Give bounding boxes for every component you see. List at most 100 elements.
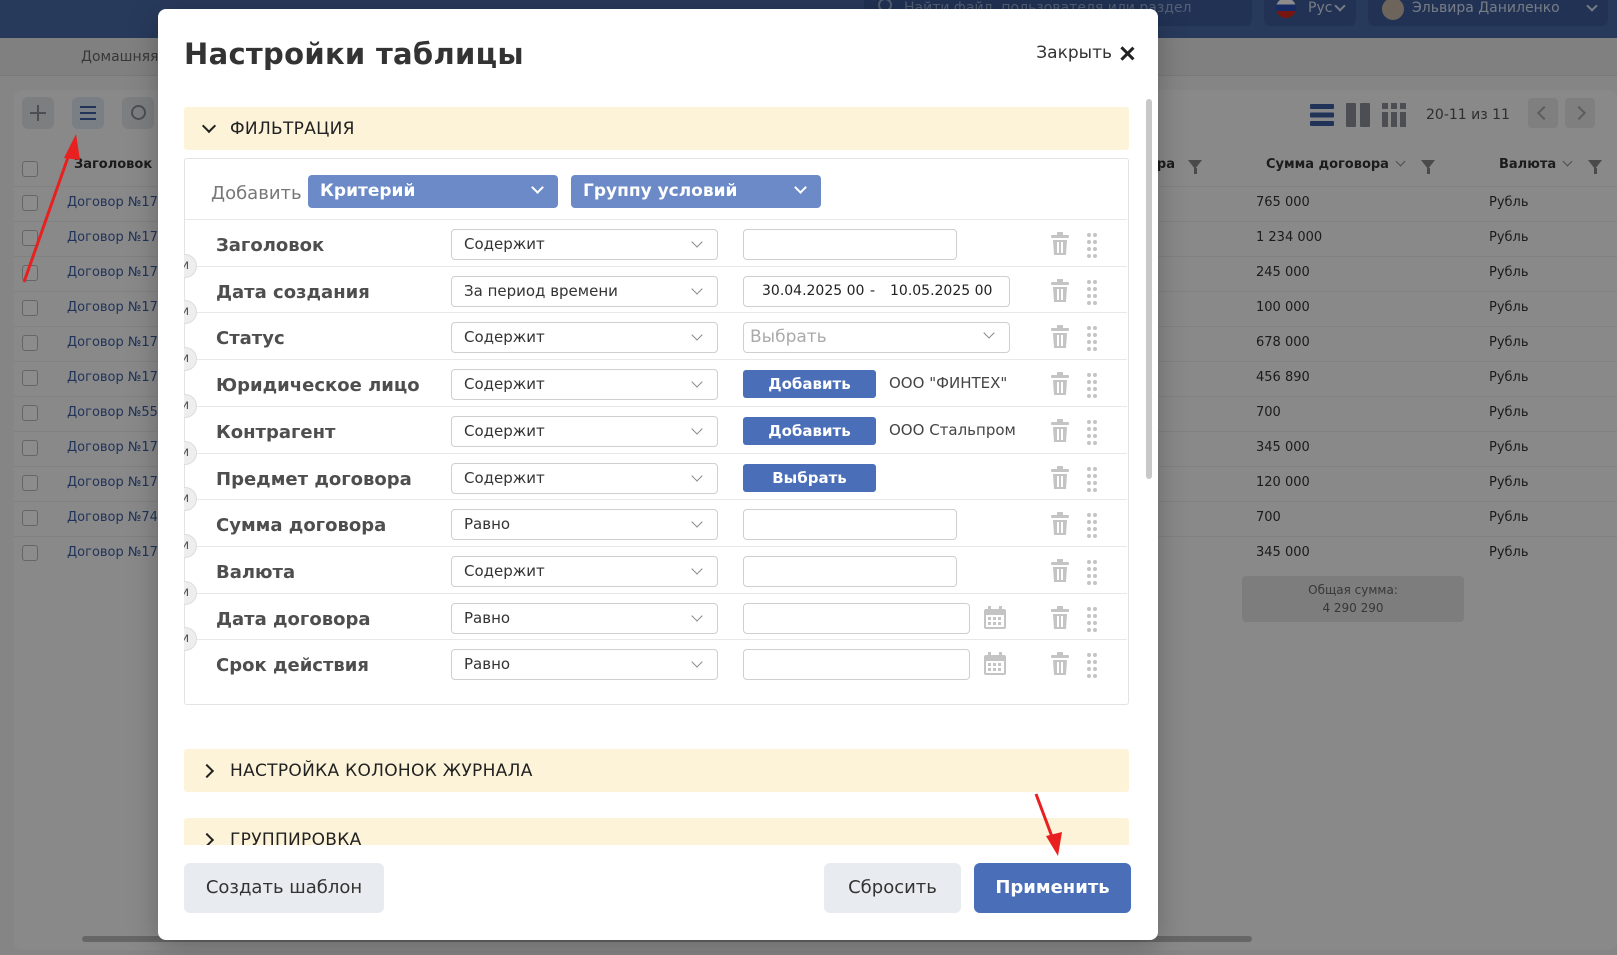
filter-operator-select[interactable]: Содержит [451, 369, 718, 401]
create-template-label: Создать шаблон [205, 877, 363, 898]
filter-value-button[interactable]: Добавить [743, 416, 876, 445]
filter-row: Дата создания За период времени 30.04.2025… [185, 265, 1127, 314]
filter-operator-select[interactable]: Содержит [451, 322, 718, 354]
reset-label: Сбросить [848, 877, 937, 898]
create-template-button[interactable]: Создать шаблон [184, 863, 384, 913]
filter-operator-select[interactable]: Содержит [451, 229, 718, 260]
date-from-value[interactable]: 30.04.2025 00 [762, 283, 864, 299]
chevron-down-icon [691, 329, 703, 342]
filter-operator-select[interactable]: Равно [451, 509, 718, 541]
apply-button[interactable]: Применить [974, 863, 1131, 913]
filter-row: Сумма договора Равно [185, 499, 1127, 547]
drag-handle-icon[interactable] [1086, 512, 1098, 539]
calendar-icon[interactable] [983, 652, 1007, 676]
trash-icon[interactable] [1050, 465, 1070, 490]
filter-operator-select[interactable]: Содержит [451, 555, 718, 587]
drag-handle-icon[interactable] [1086, 232, 1098, 258]
filter-field-label: Контрагент [216, 421, 336, 443]
calendar-icon[interactable] [983, 605, 1007, 630]
trash-icon[interactable] [1050, 558, 1070, 583]
trash-icon[interactable] [1050, 232, 1070, 256]
filter-operator-select[interactable]: Равно [451, 649, 718, 681]
add-group-label: Группу условий [583, 181, 738, 201]
date-range-input[interactable]: 30.04.2025 00-10.05.2025 00 [743, 275, 1010, 307]
filter-operator-value: Содержит [464, 561, 545, 580]
add-group-select[interactable]: Группу условий [571, 175, 821, 208]
chevron-down-icon [691, 656, 703, 668]
trash-icon[interactable] [1050, 605, 1070, 630]
section-grouping-header[interactable]: ГРУППИРОВКА [184, 818, 1129, 845]
trash-icon[interactable] [1050, 418, 1070, 443]
status-value-select[interactable]: Выбрать [743, 322, 1010, 354]
filter-operator-select[interactable]: Содержит [451, 415, 718, 447]
filter-operator-select[interactable]: За период времени [451, 275, 718, 307]
add-criterion-label: Критерий [320, 181, 416, 201]
chevron-down-icon [691, 516, 703, 528]
section-columns-header[interactable]: НАСТРОЙКА КОЛОНОК ЖУРНАЛА [184, 749, 1129, 792]
filter-row: Валюта Содержит [185, 545, 1127, 594]
section-filter-header[interactable]: ФИЛЬТРАЦИЯ [184, 107, 1129, 150]
filter-field-label: Статус [216, 328, 285, 350]
chevron-down-icon [691, 469, 703, 482]
filter-value-button[interactable]: Добавить [743, 370, 876, 399]
close-button[interactable]: Закрыть [1036, 43, 1134, 63]
filter-selected-value: ООО "ФИНТЕХ" [889, 374, 1008, 393]
section-filter-title: ФИЛЬТРАЦИЯ [230, 119, 355, 139]
drag-handle-icon[interactable] [1086, 279, 1098, 305]
filter-field-label: Заголовок [216, 235, 325, 256]
filter-row: Дата договора Равно [185, 592, 1127, 641]
filter-row: Срок действия Равно [185, 639, 1127, 687]
chevron-down-icon [691, 423, 703, 435]
filter-operator-value: Равно [464, 655, 511, 674]
drag-handle-icon[interactable] [1086, 559, 1098, 585]
chevron-down-icon [691, 563, 703, 575]
filter-value-button[interactable]: Выбрать [743, 463, 876, 492]
filter-field-label: Валюта [216, 561, 296, 583]
filter-row: Заголовок Содержит [185, 219, 1127, 267]
dialog-scroll-area: ФИЛЬТРАЦИЯ Добавить Критерий Группу усло… [184, 97, 1129, 845]
status-value-placeholder: Выбрать [750, 327, 827, 348]
chevron-right-icon [199, 832, 215, 845]
filter-operator-value: Равно [464, 515, 511, 534]
filter-operator-value: Содержит [464, 375, 545, 394]
drag-handle-icon[interactable] [1086, 652, 1098, 679]
filter-field-label: Дата создания [216, 281, 370, 303]
chevron-down-icon [794, 181, 807, 194]
drag-handle-icon[interactable] [1086, 325, 1098, 352]
filter-operator-value: Содержит [464, 421, 545, 440]
add-criterion-select[interactable]: Критерий [308, 175, 558, 208]
trash-icon[interactable] [1050, 372, 1070, 396]
date-input[interactable] [743, 649, 970, 681]
close-icon [1120, 46, 1134, 60]
vertical-scrollbar[interactable] [1146, 99, 1152, 479]
trash-icon[interactable] [1050, 278, 1070, 303]
filter-row: Контрагент Содержит Добавить ООО Стальпром [185, 405, 1127, 454]
filter-operator-value: Содержит [464, 235, 545, 253]
reset-button[interactable]: Сбросить [824, 863, 961, 913]
apply-label: Применить [995, 877, 1110, 898]
filter-row: Статус Содержит Выбрать [185, 312, 1127, 360]
date-to-value[interactable]: 10.05.2025 00 [890, 283, 992, 299]
trash-icon[interactable] [1050, 325, 1070, 349]
filter-operator-select[interactable]: Содержит [451, 462, 718, 494]
drag-handle-icon[interactable] [1086, 466, 1098, 492]
filter-operator-select[interactable]: Равно [451, 602, 718, 634]
filter-value-input[interactable] [743, 555, 957, 587]
filter-field-label: Предмет договора [216, 468, 412, 490]
chevron-down-icon [691, 283, 703, 295]
filter-value-input[interactable] [743, 509, 957, 541]
chevron-down-icon [983, 327, 995, 340]
filter-operator-value: Содержит [464, 328, 545, 347]
filter-value-input[interactable] [743, 229, 957, 260]
drag-handle-icon[interactable] [1086, 606, 1098, 632]
drag-handle-icon[interactable] [1086, 372, 1098, 399]
trash-icon[interactable] [1050, 512, 1070, 536]
add-label: Добавить [211, 183, 302, 204]
filter-row: Предмет договора Содержит Выбрать [185, 452, 1127, 501]
trash-icon[interactable] [1050, 652, 1070, 676]
drag-handle-icon[interactable] [1086, 419, 1098, 445]
filter-field-label: Сумма договора [216, 515, 387, 537]
filter-row: Юридическое лицо Содержит Добавить ООО "ФИН… [185, 359, 1127, 407]
filter-criteria-box: Добавить Критерий Группу условий Заголов… [184, 158, 1129, 705]
date-input[interactable] [743, 602, 970, 634]
